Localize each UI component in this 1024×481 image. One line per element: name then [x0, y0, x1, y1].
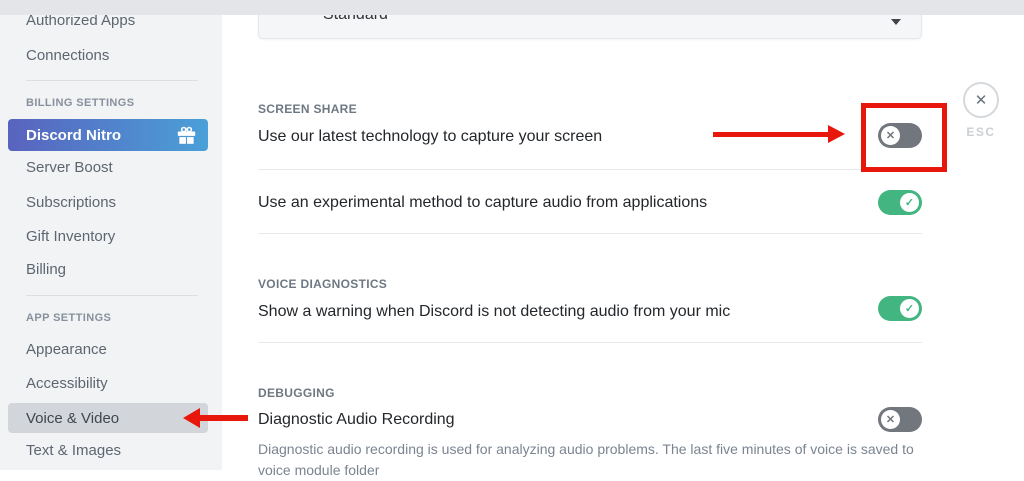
section-header-screen-share: SCREEN SHARE — [258, 102, 357, 116]
sidebar-item-label: Discord Nitro — [26, 127, 121, 144]
annotation-arrow-to-voice-video — [198, 415, 248, 421]
section-divider — [258, 169, 922, 170]
toggle-experimental-audio-on[interactable]: ✓ — [878, 190, 922, 215]
toggle-diagnostic-recording-off[interactable]: ✕ — [878, 407, 922, 432]
section-header-voice-diagnostics: VOICE DIAGNOSTICS — [258, 277, 387, 291]
sidebar-item-server-boost[interactable]: Server Boost — [26, 159, 113, 176]
annotation-arrowhead-icon — [183, 408, 200, 428]
sidebar-item-gift-inventory[interactable]: Gift Inventory — [26, 228, 115, 245]
sidebar-item-text-images[interactable]: Text & Images — [26, 442, 121, 459]
toggle-mic-warning-on[interactable]: ✓ — [878, 296, 922, 321]
sidebar-divider — [26, 295, 198, 296]
settings-sidebar: Authorized Apps Connections BILLING SETT… — [0, 0, 222, 470]
toggle-check-icon: ✓ — [900, 193, 919, 212]
sidebar-header-billing-settings: BILLING SETTINGS — [26, 97, 134, 109]
toggle-x-icon: ✕ — [881, 410, 900, 429]
annotation-arrow-to-toggle — [713, 132, 831, 137]
setting-label-diagnostic-recording: Diagnostic Audio Recording — [258, 411, 455, 429]
sidebar-item-voice-video[interactable]: Voice & Video — [8, 403, 208, 433]
esc-label: ESC — [959, 125, 1003, 139]
sidebar-header-app-settings: APP SETTINGS — [26, 312, 111, 324]
sidebar-item-accessibility[interactable]: Accessibility — [26, 375, 108, 392]
close-button[interactable]: ✕ — [963, 82, 999, 118]
sidebar-item-label: Voice & Video — [26, 410, 119, 427]
annotation-highlight-box — [861, 103, 947, 172]
sidebar-item-billing[interactable]: Billing — [26, 261, 66, 278]
toggle-check-icon: ✓ — [900, 299, 919, 318]
sidebar-item-connections[interactable]: Connections — [26, 47, 109, 64]
sidebar-divider — [26, 80, 198, 81]
section-divider — [258, 233, 922, 234]
annotation-arrowhead-icon — [828, 125, 845, 143]
sidebar-item-discord-nitro[interactable]: Discord Nitro — [8, 119, 208, 151]
gift-icon — [177, 126, 196, 145]
sidebar-item-appearance[interactable]: Appearance — [26, 341, 107, 358]
chevron-down-icon — [891, 19, 901, 25]
setting-label-screen-capture: Use our latest technology to capture you… — [258, 128, 602, 146]
setting-label-mic-warning: Show a warning when Discord is not detec… — [258, 303, 730, 321]
diagnostic-recording-description: Diagnostic audio recording is used for a… — [258, 439, 922, 481]
setting-label-experimental-audio: Use an experimental method to capture au… — [258, 194, 707, 212]
section-header-debugging: DEBUGGING — [258, 386, 335, 400]
sidebar-item-subscriptions[interactable]: Subscriptions — [26, 194, 116, 211]
close-icon: ✕ — [975, 91, 988, 109]
top-crop-strip — [0, 0, 1024, 15]
section-divider — [258, 342, 922, 343]
